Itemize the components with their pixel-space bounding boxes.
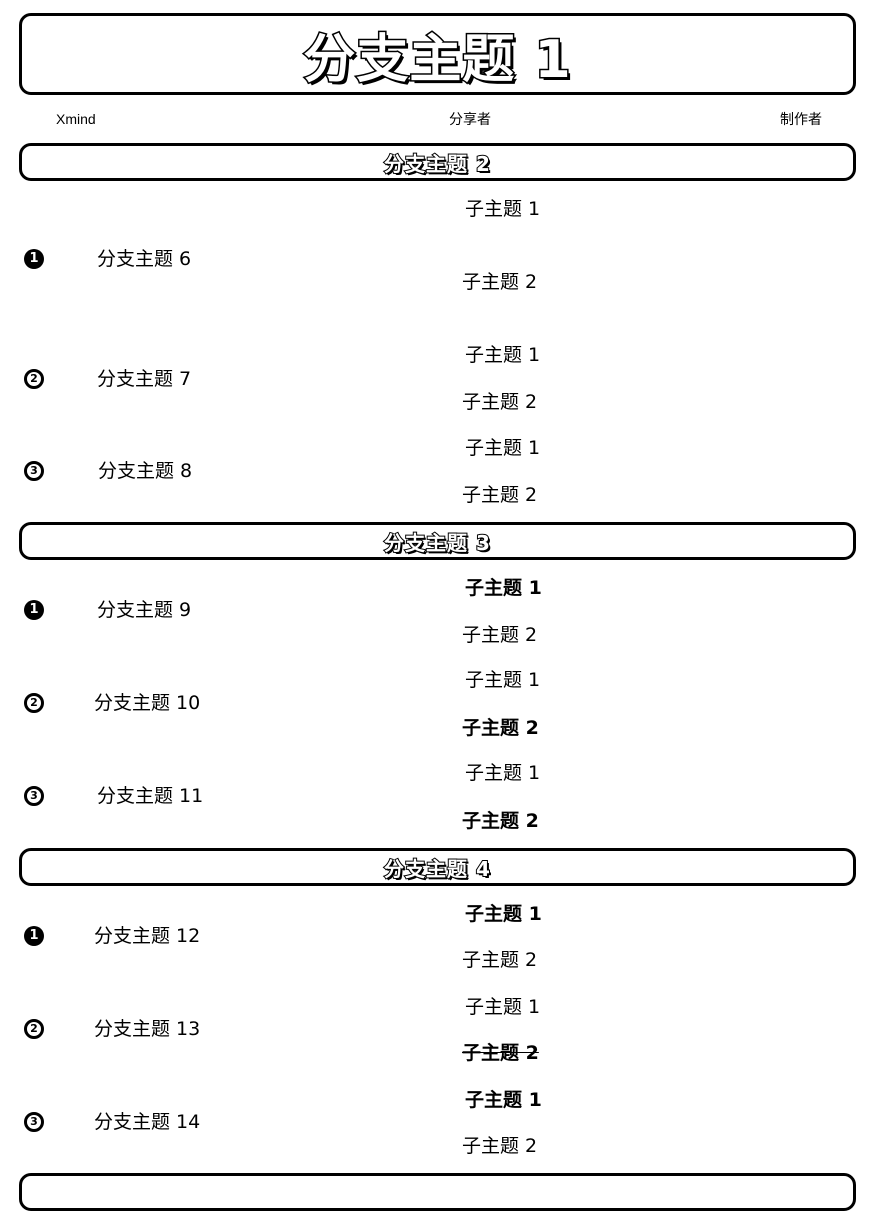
subtopic-label: 子主题 2	[462, 1042, 539, 1064]
section-title: 分支主题 2	[383, 151, 491, 177]
number-3-icon: 3	[24, 461, 44, 481]
number-2-icon: 2	[24, 369, 44, 389]
subtopic-label: 子主题 1	[465, 344, 541, 366]
section-header-2: 分支主题 2	[19, 143, 856, 181]
subtopic-label: 子主题 2	[462, 717, 539, 739]
section-header-4: 分支主题 4	[19, 848, 856, 886]
subtopic-label: 子主题 1	[465, 762, 541, 784]
title-box: 分支主题 1	[19, 13, 856, 95]
number-3-icon: 3	[24, 786, 44, 806]
subtopic-label: 子主题 1	[465, 669, 541, 691]
branch-label: 分支主题 13	[94, 1018, 201, 1040]
subtopic-label: 子主题 2	[462, 391, 538, 413]
number-2-icon: 2	[24, 1019, 44, 1039]
meta-xmind: Xmind	[56, 111, 96, 127]
branch-label: 分支主题 6	[97, 248, 192, 270]
branch-label: 分支主题 10	[94, 692, 201, 714]
number-1-icon: 1	[24, 249, 44, 269]
subtopic-label: 子主题 2	[462, 1135, 538, 1157]
branch-label: 分支主题 12	[94, 925, 201, 947]
number-3-icon: 3	[24, 1112, 44, 1132]
section-title: 分支主题 3	[383, 530, 491, 556]
subtopic-label: 子主题 1	[465, 577, 542, 599]
subtopic-label: 子主题 1	[465, 1089, 542, 1111]
number-1-icon: 1	[24, 600, 44, 620]
number-1-icon: 1	[24, 926, 44, 946]
branch-label: 分支主题 7	[97, 368, 192, 390]
branch-label: 分支主题 14	[94, 1111, 201, 1133]
meta-sharer: 分享者	[449, 111, 491, 127]
subtopic-label: 子主题 1	[465, 996, 541, 1018]
subtopic-label: 子主题 1	[465, 903, 542, 925]
branch-label: 分支主题 11	[97, 785, 204, 807]
subtopic-label: 子主题 2	[462, 484, 538, 506]
subtopic-label: 子主题 2	[462, 271, 538, 293]
number-2-icon: 2	[24, 693, 44, 713]
subtopic-label: 子主题 1	[465, 437, 541, 459]
subtopic-label: 子主题 2	[462, 810, 539, 832]
subtopic-label: 子主题 2	[462, 949, 538, 971]
page-title: 分支主题 1	[302, 28, 572, 91]
section-title: 分支主题 4	[383, 856, 491, 882]
branch-label: 分支主题 9	[97, 599, 192, 621]
footer-box	[19, 1173, 856, 1211]
subtopic-label: 子主题 2	[462, 624, 538, 646]
subtopic-label: 子主题 1	[465, 198, 541, 220]
branch-label: 分支主题 8	[98, 460, 193, 482]
meta-author: 制作者	[780, 111, 822, 127]
section-header-3: 分支主题 3	[19, 522, 856, 560]
